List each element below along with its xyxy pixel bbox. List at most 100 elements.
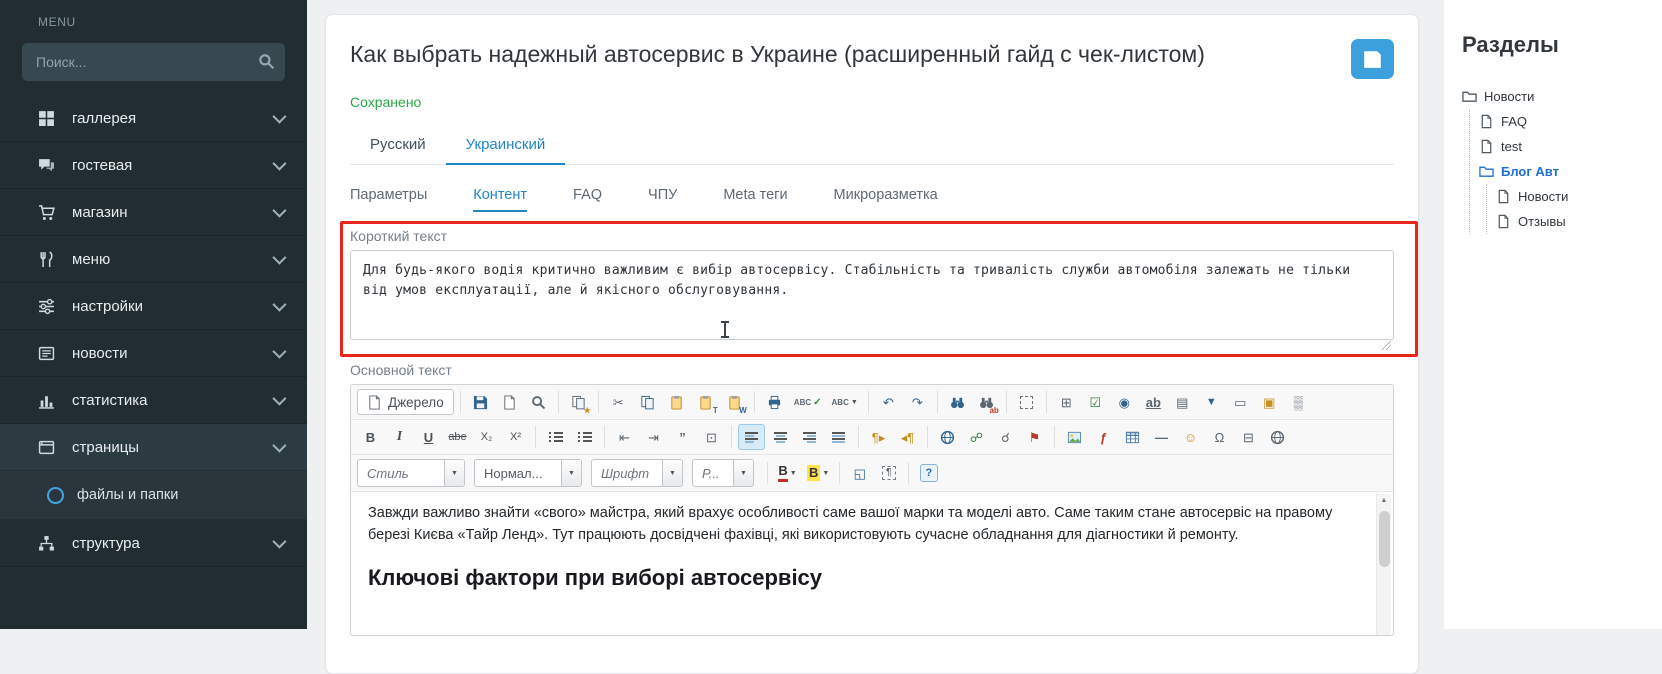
cut-icon[interactable]: ✂ [605, 389, 632, 415]
outdent-icon[interactable]: ⇤ [611, 424, 638, 450]
tab-content[interactable]: Контент [473, 187, 527, 212]
indent-icon[interactable]: ⇥ [640, 424, 667, 450]
tree-node-test[interactable]: test [1479, 134, 1656, 159]
font-size-dropdown[interactable]: Р... ▼ [692, 459, 754, 487]
sidebar-item-pages[interactable]: страницы [0, 424, 307, 471]
sidebar-subitem-files-folders[interactable]: файлы и папки [0, 471, 307, 520]
align-right-icon[interactable] [796, 424, 823, 450]
smiley-icon[interactable]: ☺ [1177, 424, 1204, 450]
paste-as-text-icon[interactable]: T [692, 389, 719, 415]
table-icon[interactable] [1119, 424, 1146, 450]
text-direction-rtl-icon[interactable]: ◂¶ [894, 424, 921, 450]
sidebar-item-news[interactable]: новости [0, 330, 307, 377]
superscript-icon[interactable]: X² [502, 424, 529, 450]
horizontal-rule-icon[interactable]: — [1148, 424, 1175, 450]
tab-parameters[interactable]: Параметры [350, 187, 427, 212]
language-icon[interactable] [934, 424, 961, 450]
special-character-icon[interactable]: Ω [1206, 424, 1233, 450]
short-text-input[interactable]: Для будь-якого водія критично важливим є… [350, 250, 1394, 340]
background-color-icon[interactable]: B ▼ [803, 460, 833, 486]
align-center-icon[interactable] [767, 424, 794, 450]
subscript-icon[interactable]: X₂ [473, 424, 500, 450]
anchor-icon[interactable]: ⚑ [1021, 424, 1048, 450]
show-blocks-icon[interactable]: ¶ [875, 460, 902, 486]
save-button[interactable] [1351, 39, 1394, 79]
find-icon[interactable] [944, 389, 971, 415]
maximize-icon[interactable]: ◱ [846, 460, 873, 486]
tab-ukrainian[interactable]: Украинский [445, 125, 566, 165]
tab-microdata[interactable]: Микроразметка [834, 187, 938, 212]
sidebar-item-statistics[interactable]: статистика [0, 377, 307, 424]
bold-icon[interactable]: B [357, 424, 384, 450]
unlink-icon[interactable]: ☌ [992, 424, 1019, 450]
create-div-icon[interactable]: ⊡ [698, 424, 725, 450]
iframe-icon[interactable] [1264, 424, 1291, 450]
format-dropdown[interactable]: Нормал... ▼ [474, 459, 582, 487]
source-button[interactable]: Джерело [357, 389, 454, 415]
tree-node-news-folder[interactable]: Новости [1462, 84, 1656, 109]
sidebar-item-gallery[interactable]: галлерея [0, 95, 307, 142]
select-all-icon[interactable] [1013, 389, 1040, 415]
image-button-icon[interactable]: ▣ [1256, 389, 1283, 415]
undo-icon[interactable]: ↶ [875, 389, 902, 415]
print-icon[interactable] [761, 389, 788, 415]
tree-node-reviews[interactable]: Отзывы [1496, 209, 1656, 234]
button-field-icon[interactable]: ▭ [1227, 389, 1254, 415]
underline-icon[interactable]: U [415, 424, 442, 450]
checkbox-icon[interactable]: ☑ [1082, 389, 1109, 415]
sidebar-item-structure[interactable]: структура [0, 520, 307, 567]
scroll-up-icon[interactable]: ▲ [1377, 494, 1391, 509]
preview-icon[interactable] [525, 389, 552, 415]
image-icon[interactable] [1061, 424, 1088, 450]
radio-button-icon[interactable]: ◉ [1111, 389, 1138, 415]
spellcheck-icon[interactable]: ABC ✓ [790, 389, 826, 415]
editor-content[interactable]: Завжди важливо знайти «свого» майстра, я… [351, 492, 1393, 635]
textarea-icon[interactable]: ▤ [1169, 389, 1196, 415]
templates-icon[interactable]: ★ [565, 389, 592, 415]
select-field-icon[interactable]: ▼ [1198, 389, 1225, 415]
italic-icon[interactable]: I [386, 424, 413, 450]
styles-dropdown[interactable]: Стиль ▼ [357, 459, 465, 487]
bulleted-list-icon[interactable] [571, 424, 598, 450]
scayt-icon[interactable]: ABC ▼ [828, 389, 862, 415]
tab-faq[interactable]: FAQ [573, 187, 602, 212]
form-icon[interactable]: ⊞ [1053, 389, 1080, 415]
copy-icon[interactable] [634, 389, 661, 415]
text-color-icon[interactable]: B ▼ [774, 460, 801, 486]
tree-node-faq[interactable]: FAQ [1479, 109, 1656, 134]
redo-icon[interactable]: ↷ [904, 389, 931, 415]
about-icon[interactable]: ? [915, 460, 942, 486]
flash-icon[interactable]: ƒ [1090, 424, 1117, 450]
numbered-list-icon[interactable] [542, 424, 569, 450]
replace-icon[interactable]: ab [973, 389, 1000, 415]
sidebar-item-shop[interactable]: магазин [0, 189, 307, 236]
sidebar-item-guestbook[interactable]: гостевая [0, 142, 307, 189]
sidebar-item-menu[interactable]: меню [0, 236, 307, 283]
editor-scrollbar[interactable]: ▲ [1376, 494, 1391, 635]
paste-icon[interactable] [663, 389, 690, 415]
sidebar-item-settings[interactable]: настройки [0, 283, 307, 330]
align-justify-icon[interactable] [825, 424, 852, 450]
tab-russian[interactable]: Русский [350, 125, 446, 164]
save-document-icon[interactable] [467, 389, 494, 415]
tab-chpu[interactable]: ЧПУ [648, 187, 677, 212]
tree-node-blog-folder[interactable]: Блог Авт [1479, 159, 1656, 184]
resize-handle-icon[interactable] [1381, 340, 1391, 350]
scrollbar-thumb[interactable] [1378, 511, 1390, 567]
align-left-icon[interactable] [738, 424, 765, 450]
text-direction-ltr-icon[interactable]: ¶▸ [865, 424, 892, 450]
hidden-field-icon[interactable]: ▒ [1285, 389, 1312, 415]
strikethrough-icon[interactable]: abe [444, 424, 471, 450]
chevron-down-icon [272, 109, 287, 124]
paste-from-word-icon[interactable]: W [721, 389, 748, 415]
search-icon[interactable] [256, 51, 277, 72]
tree-node-blog-news[interactable]: Новости [1496, 184, 1656, 209]
link-icon[interactable]: ☍ [963, 424, 990, 450]
font-dropdown[interactable]: Шрифт ▼ [591, 459, 683, 487]
search-input[interactable] [22, 43, 285, 81]
page-break-icon[interactable]: ⊟ [1235, 424, 1262, 450]
text-field-icon[interactable]: ab [1140, 389, 1167, 415]
blockquote-icon[interactable]: ” [669, 424, 696, 450]
new-page-icon[interactable] [496, 389, 523, 415]
tab-meta-tags[interactable]: Meta теги [723, 187, 787, 212]
